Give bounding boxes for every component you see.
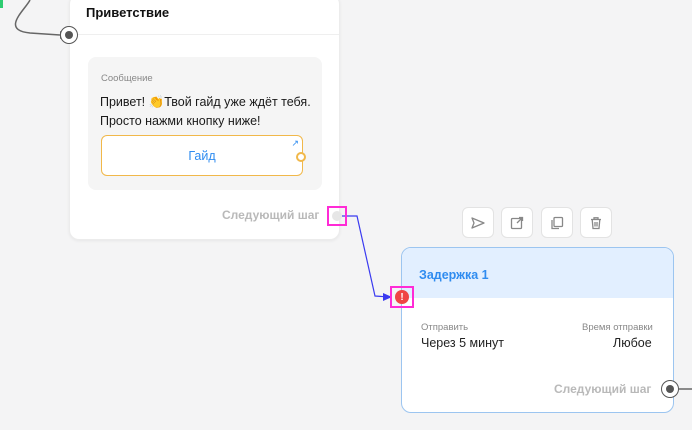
greeting-node-card[interactable]: Приветствие Сообщение Привет! 👏Твой гайд… bbox=[69, 0, 340, 240]
delete-button[interactable] bbox=[580, 207, 612, 238]
send-time-value: Любое bbox=[613, 336, 652, 350]
delay-node-card[interactable]: Задержка 1 Отправить Через 5 минут Время… bbox=[401, 247, 674, 413]
send-time-label: Время отправки bbox=[582, 322, 653, 333]
open-external-icon bbox=[510, 216, 524, 229]
delay-output-port[interactable] bbox=[661, 380, 679, 398]
next-step-label: Следующий шаг bbox=[222, 208, 320, 222]
send-label: Отправить bbox=[421, 322, 469, 333]
guide-button-label: Гайд bbox=[188, 148, 216, 163]
send-icon bbox=[471, 216, 485, 229]
copy-button[interactable] bbox=[541, 207, 573, 238]
error-icon[interactable]: ! bbox=[395, 290, 409, 304]
send-button[interactable] bbox=[462, 207, 494, 238]
delay-node-title: Задержка 1 bbox=[419, 268, 489, 282]
trash-icon bbox=[591, 216, 601, 229]
greeting-node-title: Приветствие bbox=[86, 5, 170, 20]
open-external-button[interactable] bbox=[501, 207, 533, 238]
message-label: Сообщение bbox=[101, 73, 153, 84]
greeting-node-header: Приветствие bbox=[70, 0, 339, 35]
copy-icon bbox=[551, 216, 564, 229]
guide-button[interactable]: Гайд ↗ bbox=[101, 135, 303, 176]
greeting-input-port[interactable] bbox=[60, 26, 78, 44]
send-value: Через 5 минут bbox=[421, 336, 504, 350]
button-output-port[interactable] bbox=[296, 152, 306, 162]
message-text: Привет! 👏Твой гайд уже ждёт тебя. Просто… bbox=[100, 95, 311, 128]
greeting-output-port[interactable] bbox=[332, 211, 342, 221]
message-block[interactable]: Сообщение Привет! 👏Твой гайд уже ждёт те… bbox=[88, 57, 322, 190]
next-step-label: Следующий шаг bbox=[554, 382, 652, 396]
delay-node-header: Задержка 1 bbox=[402, 248, 673, 298]
external-link-icon: ↗ bbox=[291, 138, 299, 148]
node-indicator bbox=[0, 0, 3, 8]
